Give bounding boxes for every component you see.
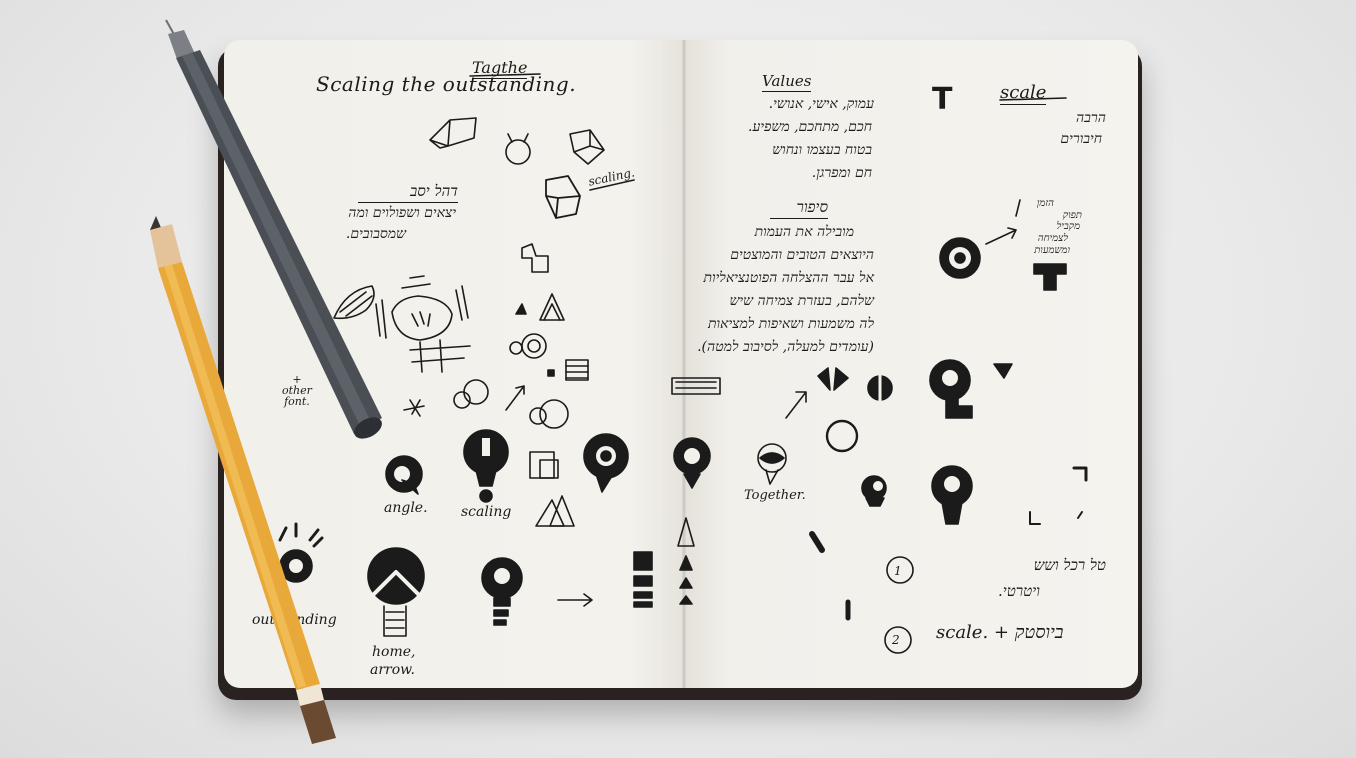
yellow-pencil [150,216,336,744]
photo-stage: Tagthe Scaling the outstanding. scaling.… [0,0,1356,758]
pencil-layer [150,216,336,744]
